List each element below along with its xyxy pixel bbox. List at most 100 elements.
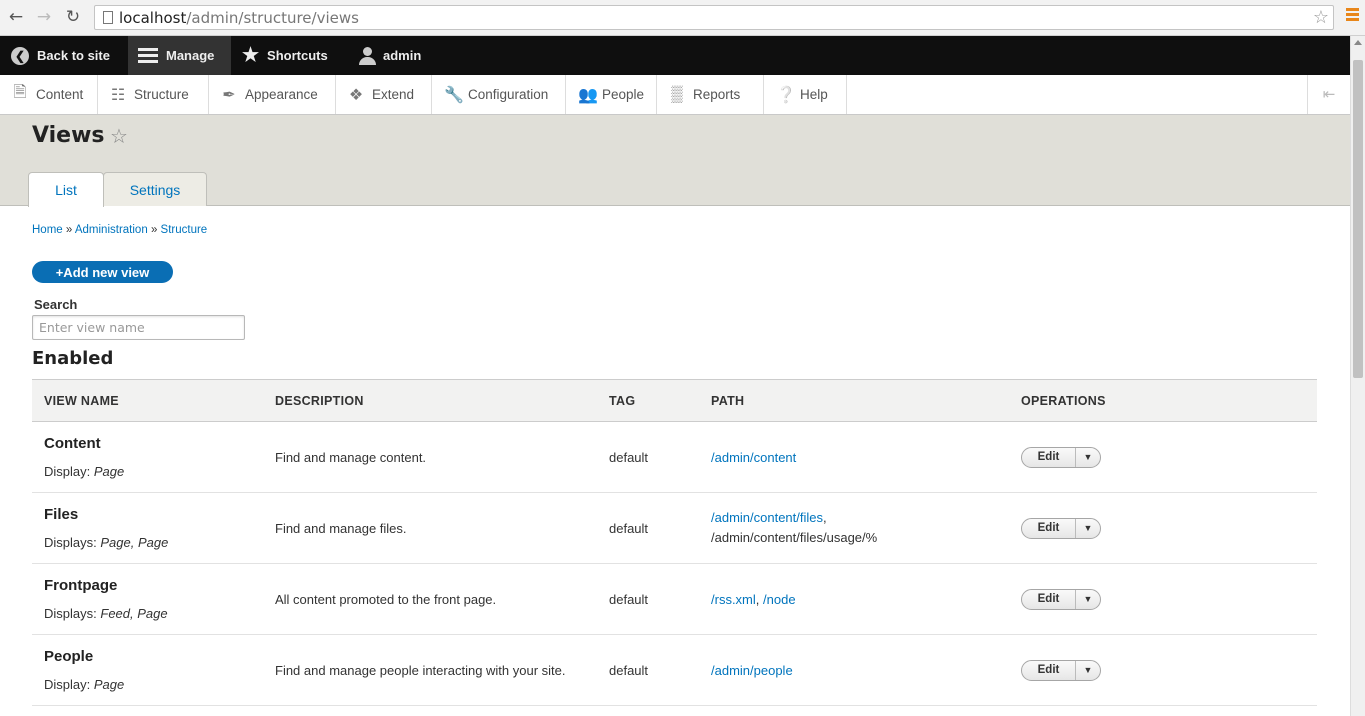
edit-button[interactable]: Edit (1022, 660, 1076, 680)
admin-tray: 🗎 Content ☷ Structure ✒ Appearance ❖ Ext… (0, 75, 1350, 115)
collapse-tray-icon[interactable]: ⇤ (1307, 75, 1350, 114)
breadcrumb-home[interactable]: Home (32, 224, 63, 236)
bookmark-star-icon[interactable]: ☆ (1313, 7, 1329, 28)
tray-item-label: Help (800, 87, 828, 102)
path-link[interactable]: /rss.xml (711, 592, 756, 607)
back-to-site-link[interactable]: ❮ Back to site (11, 36, 110, 75)
shortcuts-tab[interactable]: ★ Shortcuts (242, 36, 328, 75)
view-tag: default (597, 492, 699, 564)
dropdown-toggle-icon[interactable]: ▼ (1076, 590, 1100, 609)
breadcrumb-administration[interactable]: Administration (75, 224, 148, 236)
operations-cell: Edit ▼ (1009, 421, 1317, 493)
enabled-section-title: Enabled (32, 348, 114, 369)
back-arrow-icon[interactable]: ← (6, 7, 26, 27)
column-header-tag: TAG (597, 379, 699, 422)
back-to-site-label: Back to site (37, 48, 110, 63)
operations-dropbutton: Edit ▼ (1021, 446, 1101, 468)
view-name-cell: Files Displays: Page, Page (32, 492, 263, 564)
url-path: /admin/structure/views (186, 9, 359, 27)
page-title: Views (32, 123, 105, 148)
display-label: Display: (44, 677, 91, 692)
back-circle-icon: ❮ (11, 46, 29, 65)
edit-button[interactable]: Edit (1022, 518, 1076, 538)
edit-button[interactable]: Edit (1022, 589, 1076, 609)
tray-item-reports[interactable]: ▒ Reports (657, 75, 764, 114)
people-icon: 👥 (578, 86, 598, 104)
breadcrumb: Home » Administration » Structure (32, 224, 207, 236)
operations-dropbutton: Edit ▼ (1021, 588, 1101, 610)
path-link[interactable]: /admin/people (711, 663, 793, 678)
view-tag: default (597, 563, 699, 635)
tray-item-label: Reports (693, 87, 741, 102)
page-header: Views ☆ List Settings (0, 115, 1350, 207)
hamburger-icon (138, 47, 158, 64)
view-tag: default (597, 421, 699, 493)
view-description: All content promoted to the front page. (263, 563, 597, 635)
manage-label: Manage (166, 48, 215, 63)
browser-bar: ← → ↻ localhost/admin/structure/views ☆ (0, 0, 1365, 36)
tray-item-help[interactable]: ❔ Help (764, 75, 847, 114)
tab-list[interactable]: List (28, 172, 104, 207)
tray-item-content[interactable]: 🗎 Content (0, 75, 98, 114)
tray-item-people[interactable]: 👥 People (566, 75, 657, 114)
view-name: Content (44, 435, 101, 452)
tray-item-label: Appearance (245, 87, 318, 102)
table-row: Files Displays: Page, Page Find and mana… (32, 492, 1317, 564)
tray-item-extend[interactable]: ❖ Extend (336, 75, 432, 114)
breadcrumb-structure[interactable]: Structure (161, 224, 208, 236)
address-bar[interactable]: localhost/admin/structure/views ☆ (94, 5, 1334, 30)
dropdown-toggle-icon[interactable]: ▼ (1076, 448, 1100, 467)
breadcrumb-separator: » (65, 224, 73, 236)
operations-dropbutton: Edit ▼ (1021, 659, 1101, 681)
column-header-path: PATH (699, 379, 1009, 422)
add-shortcut-star-icon[interactable]: ☆ (110, 124, 128, 148)
tray-item-label: Content (36, 87, 84, 102)
operations-cell: Edit ▼ (1009, 634, 1317, 706)
view-path-cell: /rss.xml, /node (699, 563, 1009, 635)
column-header-view-name: VIEW NAME (32, 379, 263, 422)
scroll-up-arrow-icon[interactable] (1354, 40, 1362, 45)
edit-button[interactable]: Edit (1022, 447, 1076, 467)
operations-cell: Edit ▼ (1009, 492, 1317, 564)
display-label: Display: (44, 464, 91, 479)
add-new-view-button[interactable]: +Add new view (32, 261, 173, 283)
view-name: Files (44, 506, 79, 523)
tray-item-label: Structure (134, 87, 189, 102)
url-host: localhost (119, 9, 187, 27)
star-icon: ★ (242, 45, 260, 66)
column-header-description: DESCRIPTION (263, 379, 597, 422)
dropdown-toggle-icon[interactable]: ▼ (1076, 661, 1100, 680)
tray-item-appearance[interactable]: ✒ Appearance (209, 75, 336, 114)
reload-icon[interactable]: ↻ (63, 7, 83, 27)
view-description: Find and manage people interacting with … (263, 634, 597, 706)
display-value: Page (93, 677, 125, 692)
display-label: Displays: (44, 535, 97, 550)
user-tab[interactable]: admin (359, 36, 421, 75)
brush-icon: ✒ (222, 86, 236, 104)
dropdown-toggle-icon[interactable]: ▼ (1076, 519, 1100, 538)
display-value: Page, Page (100, 535, 169, 550)
view-path-cell: /admin/content (699, 421, 1009, 493)
admin-toolbar: ❮ Back to site Manage ★ Shortcuts admin (0, 36, 1350, 75)
puzzle-icon: ❖ (348, 86, 364, 104)
user-label: admin (383, 48, 422, 63)
enabled-views-table: VIEW NAME DESCRIPTION TAG PATH OPERATION… (32, 379, 1317, 706)
browser-menu-icon[interactable] (1346, 8, 1359, 25)
tray-item-label: People (602, 87, 645, 102)
path-link[interactable]: /admin/content/files (711, 510, 823, 525)
tray-item-structure[interactable]: ☷ Structure (98, 75, 209, 114)
tab-settings[interactable]: Settings (103, 172, 207, 206)
tray-item-configuration[interactable]: 🔧 Configuration (432, 75, 566, 114)
forward-arrow-icon[interactable]: → (34, 7, 54, 27)
search-input[interactable] (32, 315, 245, 340)
path-link[interactable]: /admin/content (711, 450, 796, 465)
scrollbar-thumb[interactable] (1353, 60, 1363, 378)
page-scrollbar[interactable] (1350, 36, 1365, 716)
operations-dropbutton: Edit ▼ (1021, 517, 1101, 539)
manage-tab[interactable]: Manage (128, 36, 231, 75)
file-icon: 🗎 (13, 84, 27, 101)
path-link[interactable]: /node (763, 592, 796, 607)
view-name: Frontpage (44, 577, 118, 594)
table-header-row: VIEW NAME DESCRIPTION TAG PATH OPERATION… (32, 379, 1317, 422)
tray-item-label: Extend (372, 87, 415, 102)
